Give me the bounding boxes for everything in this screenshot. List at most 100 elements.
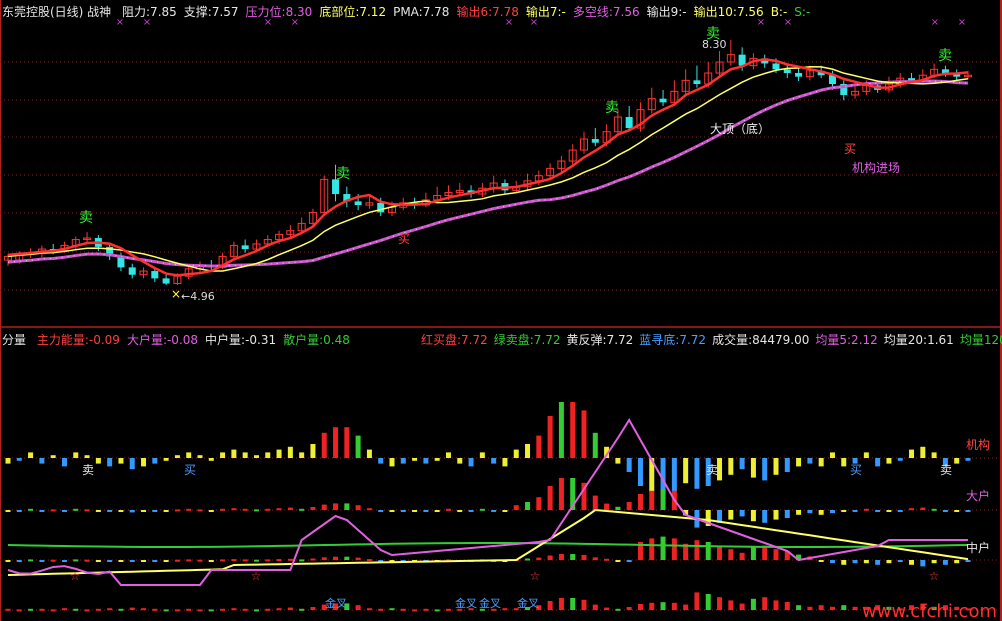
volume-stat-7: 均量120:1.85 — [959, 333, 1002, 347]
big-holder-bar — [942, 510, 948, 512]
retail-bar — [84, 609, 90, 612]
retail-bar — [28, 608, 34, 611]
retail-bar — [174, 609, 180, 612]
big-holder-bar — [231, 508, 237, 511]
mid-holder-bar — [231, 559, 237, 562]
volume-indicator-3: 散户量:0.48 — [283, 333, 350, 347]
big-holder-bar — [445, 508, 451, 511]
volume-bar — [197, 455, 203, 458]
mid-holder-bar — [525, 558, 531, 561]
volume-bar — [152, 458, 158, 464]
retail-bar — [547, 601, 553, 610]
volume-bar — [547, 416, 553, 458]
mid-holder-bar — [852, 560, 858, 564]
main-chart-header: 东莞控股(日线) 战神 阻力:7.85 支撑:7.57 压力位:8.30 底部位:7.… — [2, 3, 824, 20]
big-holder-bar — [965, 510, 971, 512]
retail-bar — [852, 606, 858, 610]
volume-bar — [16, 458, 22, 461]
retail-bar — [683, 604, 689, 610]
volume-bar — [728, 458, 734, 475]
candle-body — [591, 139, 599, 143]
mid-holder-bar — [773, 549, 779, 560]
volume-bar — [253, 455, 259, 458]
retail-bar — [671, 602, 677, 610]
candle-body — [772, 63, 780, 70]
retail-bar — [95, 608, 101, 611]
mid-holder-bar — [728, 549, 734, 560]
big-holder-bar — [457, 510, 463, 512]
big-holder-bar — [637, 494, 643, 510]
chart-title: 东莞控股(日线) 战神 — [2, 5, 112, 19]
retail-bar — [818, 605, 824, 610]
big-holder-bar — [784, 510, 790, 518]
retail-bar — [50, 609, 56, 612]
buy-signal-top-2: × — [171, 287, 181, 301]
candle-body — [162, 278, 170, 284]
big-holder-bar — [468, 510, 474, 512]
volume-bar — [61, 458, 67, 467]
retail-bar — [220, 608, 226, 611]
volume-bar — [220, 452, 226, 458]
volume-bar — [525, 444, 531, 458]
volume-bar — [762, 458, 768, 481]
big-holder-bar — [920, 507, 926, 510]
big-holder-bar — [174, 509, 180, 512]
candle-body — [625, 117, 633, 129]
volume-bar — [502, 458, 508, 467]
volume-bar — [683, 458, 689, 484]
buy-signal-top-0: 买 — [844, 142, 856, 156]
mid-holder-bar — [592, 557, 598, 560]
mid-holder-bar — [942, 560, 948, 565]
big-holder-bar — [287, 507, 293, 510]
volume-bar — [841, 458, 847, 467]
side-label-big-holder: 大户 — [966, 488, 990, 503]
mid-holder-bar — [163, 560, 169, 562]
mid-holder-bar — [660, 536, 666, 560]
volume-indicator-2: 中户量:-0.31 — [205, 333, 277, 347]
big-holder-bar — [61, 510, 67, 512]
mid-holder-bar — [276, 559, 282, 562]
retail-bar — [604, 607, 610, 610]
volume-bar — [637, 458, 643, 486]
mid-holder-bar — [615, 560, 621, 562]
mid-holder-bar — [931, 560, 937, 564]
candle-body — [241, 245, 249, 250]
indicator-value-4: PMA:7.78 — [393, 5, 450, 19]
big-holder-bar — [728, 510, 734, 520]
indicator-value-8: 输出9:- — [646, 5, 687, 19]
retail-bar — [107, 608, 113, 611]
big-holder-bar — [118, 510, 124, 512]
mid-holder-bar — [954, 560, 960, 564]
big-holder-bar — [841, 510, 847, 512]
volume-bar — [807, 458, 813, 464]
mid-holder-bar — [61, 560, 67, 562]
volume-chart-title: 分量 — [2, 333, 27, 347]
watermark: www.cfchi.com — [862, 601, 997, 621]
institution-entry-annotation: 机构进场 — [852, 160, 900, 175]
indicator-value-10: B:- — [770, 5, 788, 19]
big-holder-bar — [310, 507, 316, 510]
long-term-line — [7, 79, 969, 268]
mid-holder-bar — [107, 560, 113, 562]
mid-holder-bar — [547, 555, 553, 560]
mid-holder-bar — [920, 560, 926, 567]
volume-bar — [174, 455, 180, 458]
mid-holder-bar — [28, 559, 34, 562]
big-holder-bar — [163, 510, 169, 512]
volume-bar — [457, 458, 463, 464]
retail-bar — [694, 592, 700, 610]
mid-holder-bar — [299, 559, 305, 562]
volume-bar — [5, 458, 11, 464]
candle-body — [354, 201, 362, 206]
big-holder-bar — [829, 510, 835, 514]
star-marker-3: ☆ — [929, 569, 940, 583]
big-holder-bar — [321, 504, 327, 510]
retail-bar — [739, 603, 745, 610]
volume-bar — [897, 458, 903, 461]
retail-bar — [39, 608, 45, 611]
big-holder-bar — [660, 489, 666, 510]
big-holder-bar — [39, 510, 45, 512]
retail-bar — [660, 602, 666, 610]
volume-bar — [107, 458, 113, 467]
retail-bar — [186, 608, 192, 611]
